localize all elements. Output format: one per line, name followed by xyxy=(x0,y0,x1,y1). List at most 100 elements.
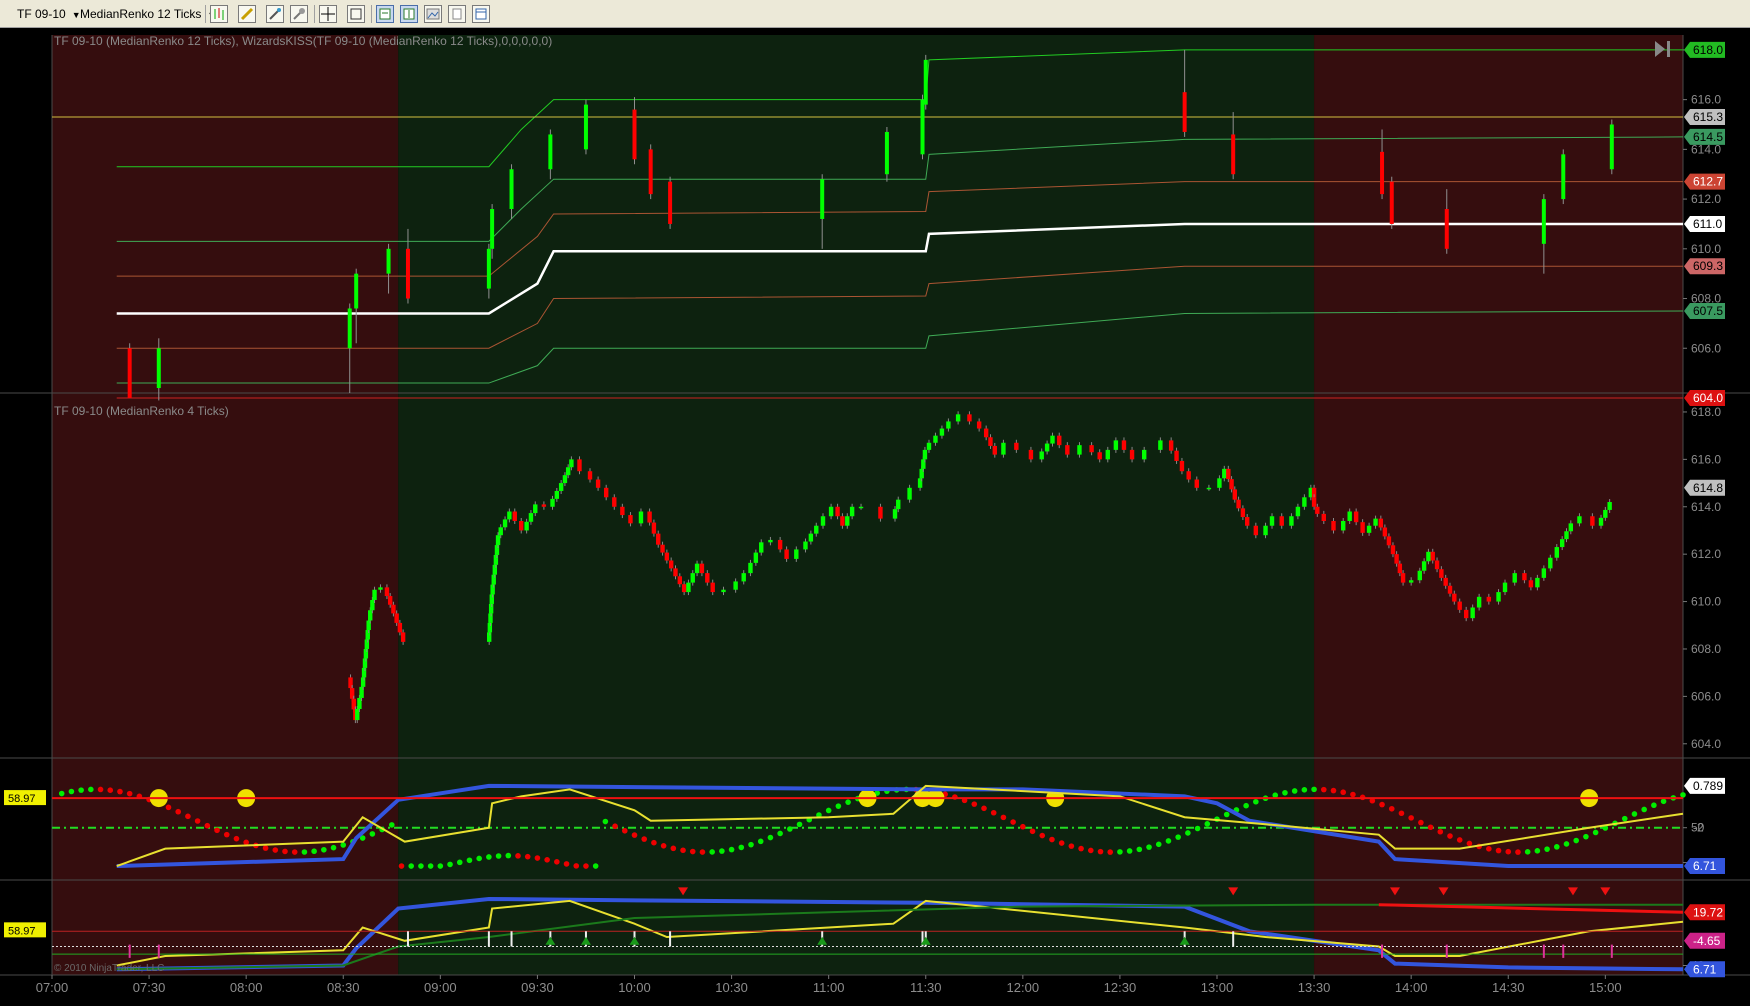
candle-up xyxy=(1302,497,1307,507)
copyright-text: © 2010 NinjaTrader, LLC xyxy=(54,963,164,974)
candle-up xyxy=(955,414,961,422)
pin-icon[interactable] xyxy=(290,5,308,23)
osc-dot-down xyxy=(621,827,628,834)
osc-dot-down xyxy=(1466,840,1473,847)
osc-dot-up xyxy=(321,846,327,853)
candle-down xyxy=(651,522,657,534)
osc-dot-up xyxy=(88,786,94,793)
candle-up xyxy=(828,506,834,517)
osc-dot-up xyxy=(505,852,512,859)
candle-down xyxy=(668,560,674,569)
candle-up xyxy=(1476,596,1482,608)
osc-dot-up xyxy=(340,842,347,848)
candle-down xyxy=(541,504,547,507)
osc-dot-up xyxy=(388,822,395,828)
indicator-value-label: -4.65 xyxy=(1693,934,1721,948)
candle-up xyxy=(1050,435,1055,444)
candle-down xyxy=(512,511,517,521)
candle-up xyxy=(490,209,495,249)
chart-trader-icon[interactable] xyxy=(400,5,418,23)
osc-dot-down xyxy=(1049,836,1055,843)
candle-up xyxy=(361,667,367,678)
candle-down xyxy=(1486,596,1492,602)
candle-up xyxy=(638,511,644,524)
candle-up xyxy=(814,525,819,534)
magic-wand-icon[interactable] xyxy=(266,5,284,23)
candle-up xyxy=(368,610,373,621)
x-tick-label: 09:30 xyxy=(521,980,554,995)
osc-dot-down xyxy=(194,818,201,824)
bar-type-selector[interactable]: MedianRenko 12 Ticks▼ xyxy=(80,4,216,24)
osc-dot-up xyxy=(1311,786,1317,793)
candle-down xyxy=(1097,452,1102,460)
crosshair-icon[interactable] xyxy=(319,5,337,23)
candle-down xyxy=(1315,506,1320,514)
chart-canvas[interactable]: 606.0608.0610.0612.0614.0616.0618.0604.0… xyxy=(0,28,1750,1006)
osc-dot-up xyxy=(748,841,754,848)
y-tick-label: 612.0 xyxy=(1691,192,1721,206)
candle-up xyxy=(487,622,493,633)
candle-down xyxy=(1434,560,1440,570)
candle-up xyxy=(1535,577,1540,588)
osc-dot-up xyxy=(728,846,735,853)
candle-down xyxy=(1430,551,1435,561)
panel1-title: TF 09-10 (MedianRenko 12 Ticks), Wizards… xyxy=(54,34,552,48)
candle-down xyxy=(710,582,715,593)
candle-up xyxy=(1541,199,1546,244)
candle-down xyxy=(1439,569,1444,578)
price-label-text: 615.3 xyxy=(1693,110,1723,124)
osc-dot-down xyxy=(1515,849,1521,855)
candle-up xyxy=(1554,547,1559,558)
instrument-selector[interactable]: TF 09-10 ▼ xyxy=(17,4,81,24)
candle-up xyxy=(808,533,814,542)
osc-dot-up xyxy=(767,834,774,841)
osc-dot-down xyxy=(583,863,589,869)
x-tick-label: 11:30 xyxy=(910,980,942,995)
candle-up xyxy=(372,589,377,600)
candle-up xyxy=(946,421,951,429)
chart-style-icon[interactable] xyxy=(210,5,228,23)
candle-down xyxy=(1182,92,1187,132)
candle-down xyxy=(577,459,582,472)
y-tick-label: 616.0 xyxy=(1691,452,1721,466)
y-tick-label: 604.0 xyxy=(1691,737,1721,751)
candle-up xyxy=(892,509,898,519)
candle-up xyxy=(1421,561,1427,571)
window-icon[interactable] xyxy=(472,5,490,23)
candle-up xyxy=(753,552,759,563)
osc-dot-up xyxy=(738,844,745,851)
candle-up xyxy=(364,639,370,649)
toolbar-separator xyxy=(205,5,206,23)
zoom-icon[interactable] xyxy=(347,5,365,23)
candle-up xyxy=(1603,509,1608,518)
candle-down xyxy=(1028,449,1034,460)
candle-up xyxy=(1417,570,1422,581)
candle-up xyxy=(1295,506,1301,517)
xaxis-background xyxy=(0,975,1750,1006)
candle-up xyxy=(694,563,700,574)
osc-dot-down xyxy=(117,788,123,795)
osc-dot-up xyxy=(1194,825,1201,832)
print-icon[interactable] xyxy=(448,5,466,23)
pencil-draw-icon[interactable] xyxy=(238,5,256,23)
osc-dot-down xyxy=(1039,832,1046,839)
osc-dot-up xyxy=(466,857,473,864)
x-tick-label: 10:00 xyxy=(618,980,651,995)
osc-dot-down xyxy=(612,823,618,830)
osc-dot-up xyxy=(777,830,783,837)
osc-dot-up xyxy=(1243,802,1249,809)
osc-dot-up xyxy=(1136,846,1143,853)
chart-toolbar: TF 09-10▼ MedianRenko 12 Ticks▼ xyxy=(0,0,1750,28)
candle-up xyxy=(922,449,928,460)
candle-down xyxy=(784,549,789,559)
candle-up xyxy=(759,542,764,553)
x-tick-label: 13:00 xyxy=(1201,980,1234,995)
osc-dot-down xyxy=(1495,847,1502,854)
candle-down xyxy=(967,414,972,422)
image-icon[interactable] xyxy=(424,5,442,23)
data-box-icon[interactable] xyxy=(376,5,394,23)
candle-up xyxy=(1366,525,1372,533)
candle-down xyxy=(1400,573,1406,583)
osc-dot-up xyxy=(1553,844,1560,850)
candle-up xyxy=(533,504,538,514)
